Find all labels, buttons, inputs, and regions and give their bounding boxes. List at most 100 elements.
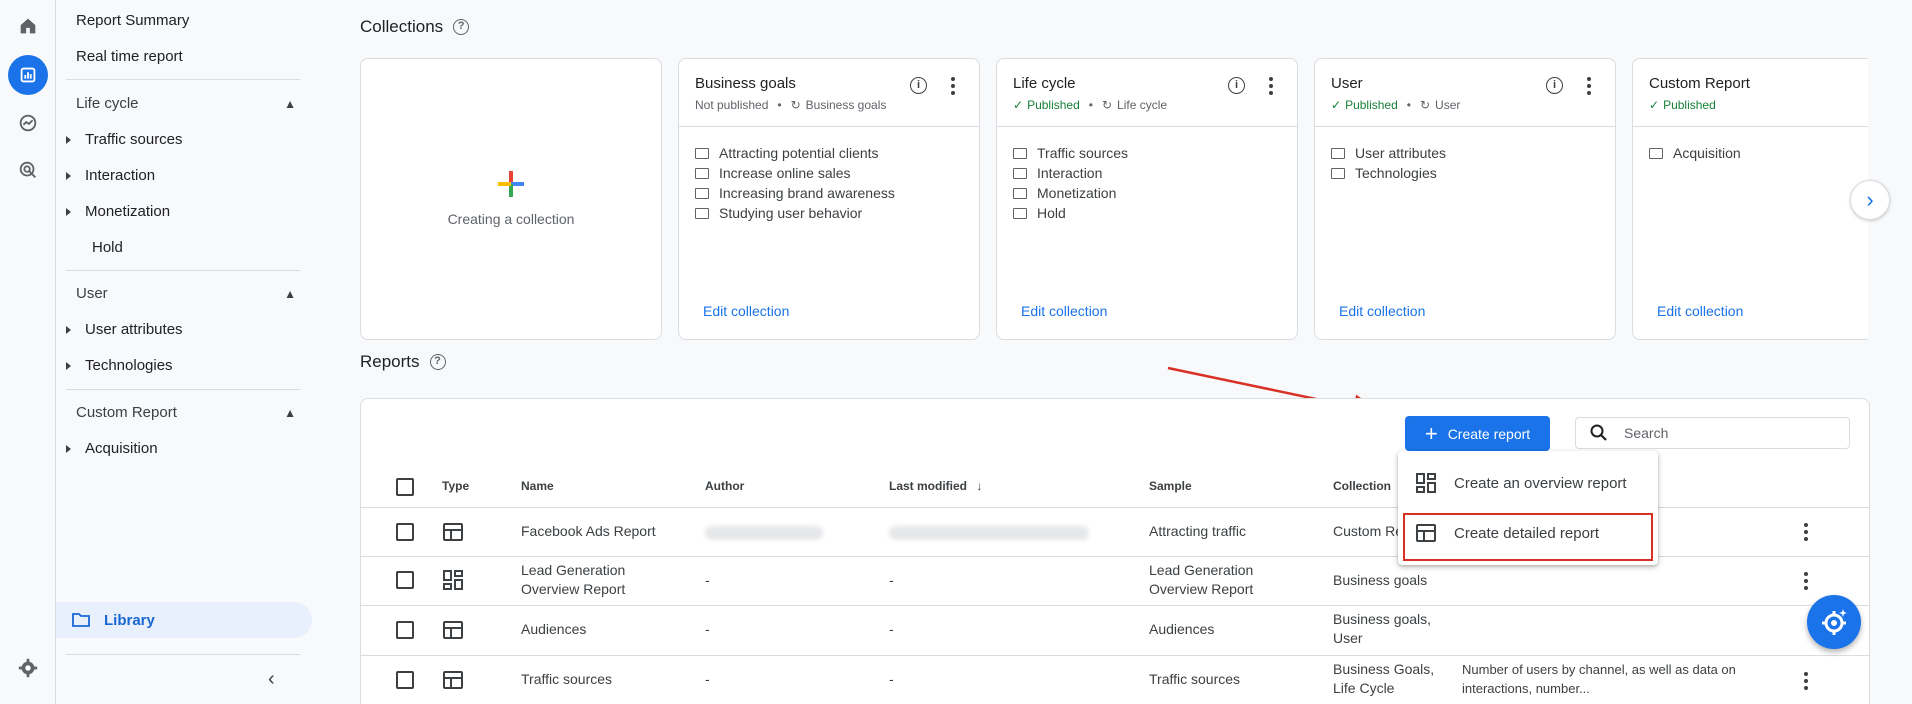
card-status: Not published xyxy=(695,98,769,112)
table-icon xyxy=(443,523,463,541)
table-icon xyxy=(443,621,463,639)
column-header-type[interactable]: Type xyxy=(442,479,469,493)
collapse-chevron-left-icon[interactable]: ‹ xyxy=(268,668,275,691)
row-checkbox[interactable] xyxy=(396,523,414,541)
search-icon xyxy=(1590,424,1607,441)
column-header-collection[interactable]: Collection xyxy=(1333,479,1391,493)
report-name[interactable]: Lead Generation Overview Report xyxy=(521,561,671,599)
nav-item-hold[interactable]: Hold xyxy=(92,237,123,259)
nav-group-label: Life cycle xyxy=(76,95,139,112)
caret-right-icon xyxy=(66,136,71,144)
reports-icon[interactable] xyxy=(8,55,48,95)
report-collection: Business goals xyxy=(1333,572,1428,588)
link-icon: ↻ xyxy=(1101,98,1113,112)
info-icon[interactable]: i xyxy=(1228,77,1245,94)
nav-item-traffic-sources[interactable]: Traffic sources xyxy=(66,129,183,151)
carousel-next-button[interactable]: › xyxy=(1850,180,1890,220)
report-modified: - xyxy=(889,621,894,637)
reports-heading: Reports ? xyxy=(360,352,446,372)
nav-item-monetization[interactable]: Monetization xyxy=(66,201,170,223)
folder-icon xyxy=(695,147,709,159)
card-list-item[interactable]: Interaction xyxy=(1013,163,1297,183)
chevron-up-icon: ▲ xyxy=(284,287,296,301)
nav-item-label: Interaction xyxy=(85,167,156,184)
edit-collection-link[interactable]: Edit collection xyxy=(1339,303,1425,319)
folder-icon xyxy=(72,613,90,627)
column-header-name[interactable]: Name xyxy=(521,479,554,493)
row-more-vert-icon[interactable] xyxy=(1804,523,1808,544)
card-list-item[interactable]: Hold xyxy=(1013,203,1297,223)
insights-fab-button[interactable] xyxy=(1807,595,1861,649)
column-header-sample[interactable]: Sample xyxy=(1149,479,1192,493)
card-list-item[interactable]: Traffic sources xyxy=(1013,143,1297,163)
row-more-vert-icon[interactable] xyxy=(1804,672,1808,693)
folder-icon xyxy=(1013,147,1027,159)
help-icon[interactable]: ? xyxy=(453,19,470,35)
column-header-last-modified[interactable]: Last modified ↓ xyxy=(889,479,982,493)
nav-report-summary[interactable]: Report Summary xyxy=(76,10,189,32)
nav-group-custom-report[interactable]: Custom Report ▲ xyxy=(76,402,296,424)
more-vert-icon[interactable] xyxy=(1269,77,1273,98)
card-list-item[interactable]: Studying user behavior xyxy=(695,203,979,223)
info-icon[interactable]: i xyxy=(1546,77,1563,94)
column-header-author[interactable]: Author xyxy=(705,479,744,493)
row-checkbox[interactable] xyxy=(396,571,414,589)
create-collection-card[interactable]: Creating a collection xyxy=(360,58,662,340)
edit-collection-link[interactable]: Edit collection xyxy=(703,303,789,319)
link-icon: ↻ xyxy=(790,98,801,112)
nav-item-label: User attributes xyxy=(85,321,183,338)
overview-dashboard-icon xyxy=(1416,473,1436,493)
folder-icon xyxy=(1013,207,1027,219)
settings-gear-icon[interactable] xyxy=(8,648,48,688)
edit-collection-link[interactable]: Edit collection xyxy=(1657,303,1743,319)
nav-group-life-cycle[interactable]: Life cycle ▲ xyxy=(76,93,296,115)
card-list-item[interactable]: Technologies xyxy=(1331,163,1615,183)
help-icon[interactable]: ? xyxy=(429,354,446,370)
card-list-item[interactable]: Increase online sales xyxy=(695,163,979,183)
row-checkbox[interactable] xyxy=(396,671,414,689)
select-all-checkbox[interactable] xyxy=(396,478,414,496)
report-name[interactable]: Traffic sources xyxy=(521,670,612,689)
row-checkbox[interactable] xyxy=(396,621,414,639)
nav-group-user[interactable]: User ▲ xyxy=(76,283,296,305)
card-list-item[interactable]: Monetization xyxy=(1013,183,1297,203)
info-icon[interactable]: i xyxy=(910,77,927,94)
nav-library[interactable]: Library xyxy=(56,602,312,638)
nav-item-label: Technologies xyxy=(85,357,173,374)
collection-card-custom-report: Custom Report ✓ Published Acquisition Edi… xyxy=(1632,58,1868,340)
card-source: User xyxy=(1435,98,1461,112)
nav-item-label: Monetization xyxy=(85,203,171,220)
more-vert-icon[interactable] xyxy=(1587,77,1591,98)
report-name[interactable]: Facebook Ads Report xyxy=(521,522,656,541)
more-vert-icon[interactable] xyxy=(951,77,955,98)
advertising-icon[interactable] xyxy=(8,150,48,190)
search-input[interactable]: Search xyxy=(1575,417,1850,449)
card-list-item[interactable]: Attracting potential clients xyxy=(695,143,979,163)
report-description: Number of users by channel, as well as d… xyxy=(1462,662,1736,696)
nav-item-user-attributes[interactable]: User attributes xyxy=(66,319,183,341)
create-report-button[interactable]: + Create report xyxy=(1405,416,1550,451)
create-report-label: Create report xyxy=(1447,425,1531,442)
folder-icon xyxy=(1013,167,1027,179)
card-list-item[interactable]: User attributes xyxy=(1331,143,1615,163)
nav-item-interaction[interactable]: Interaction xyxy=(66,165,155,187)
nav-item-technologies[interactable]: Technologies xyxy=(66,355,173,377)
nav-item-acquisition[interactable]: Acquisition xyxy=(66,438,158,460)
card-list-item[interactable]: Acquisition xyxy=(1649,143,1868,163)
collections-title: Collections xyxy=(360,17,444,36)
folder-icon xyxy=(695,207,709,219)
menu-create-overview-report[interactable]: Create an overview report xyxy=(1398,461,1658,505)
collections-heading: Collections ? xyxy=(360,17,470,37)
home-icon[interactable] xyxy=(8,6,48,46)
card-list-item[interactable]: Increasing brand awareness xyxy=(695,183,979,203)
nav-realtime-report[interactable]: Real time report xyxy=(76,46,183,68)
report-name[interactable]: Audiences xyxy=(521,620,586,639)
nav-divider xyxy=(66,389,300,390)
row-more-vert-icon[interactable] xyxy=(1804,572,1808,593)
report-nav-sidebar: Report Summary Real time report Life cyc… xyxy=(56,0,316,704)
report-sample: Traffic sources xyxy=(1149,671,1241,687)
edit-collection-link[interactable]: Edit collection xyxy=(1021,303,1107,319)
colored-plus-icon xyxy=(498,171,524,197)
explore-icon[interactable] xyxy=(8,103,48,143)
chevron-up-icon: ▲ xyxy=(284,97,296,111)
